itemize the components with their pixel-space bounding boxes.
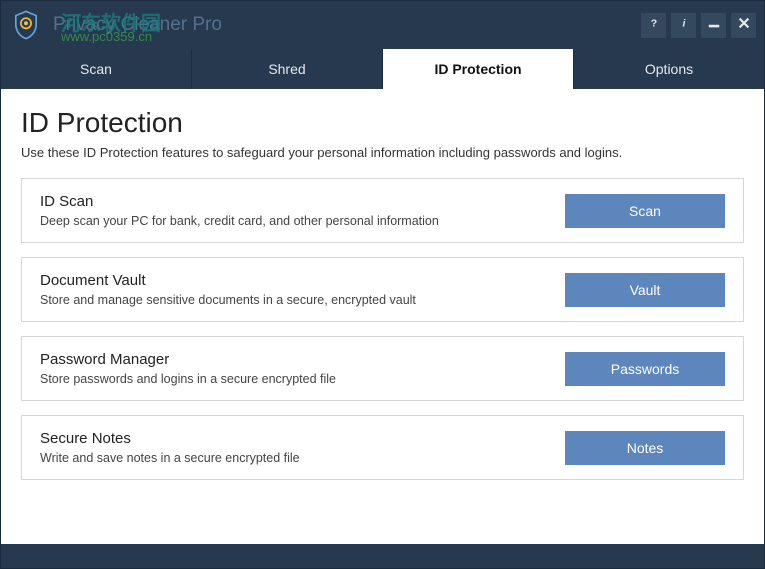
card-text: Secure Notes Write and save notes in a s… bbox=[40, 430, 549, 465]
watermark-url: www.pc0359.cn bbox=[61, 29, 152, 44]
info-icon: i bbox=[677, 16, 691, 35]
notes-button[interactable]: Notes bbox=[565, 431, 725, 465]
card-desc: Store passwords and logins in a secure e… bbox=[40, 372, 549, 386]
minimize-button[interactable] bbox=[701, 13, 726, 38]
vault-button[interactable]: Vault bbox=[565, 273, 725, 307]
card-text: Document Vault Store and manage sensitiv… bbox=[40, 272, 549, 307]
passwords-button[interactable]: Passwords bbox=[565, 352, 725, 386]
card-title: Password Manager bbox=[40, 351, 549, 368]
card-title: ID Scan bbox=[40, 193, 549, 210]
page-subtitle: Use these ID Protection features to safe… bbox=[21, 145, 744, 160]
app-logo-icon bbox=[9, 8, 43, 42]
footer-bar bbox=[1, 544, 764, 568]
card-password-manager: Password Manager Store passwords and log… bbox=[21, 336, 744, 401]
help-button[interactable]: ? bbox=[641, 13, 666, 38]
info-button[interactable]: i bbox=[671, 13, 696, 38]
tab-bar: Scan Shred ID Protection Options bbox=[1, 49, 764, 89]
card-desc: Deep scan your PC for bank, credit card,… bbox=[40, 214, 549, 228]
help-icon: ? bbox=[647, 16, 661, 35]
close-button[interactable] bbox=[731, 13, 756, 38]
minimize-icon bbox=[707, 16, 721, 35]
card-text: ID Scan Deep scan your PC for bank, cred… bbox=[40, 193, 549, 228]
app-window: Privacy Cleaner Pro 河东软件园 www.pc0359.cn … bbox=[0, 0, 765, 569]
svg-text:i: i bbox=[682, 17, 686, 29]
content-area: ID Protection Use these ID Protection fe… bbox=[1, 89, 764, 544]
page-title: ID Protection bbox=[21, 107, 744, 139]
card-title: Secure Notes bbox=[40, 430, 549, 447]
tab-id-protection[interactable]: ID Protection bbox=[383, 49, 574, 89]
card-document-vault: Document Vault Store and manage sensitiv… bbox=[21, 257, 744, 322]
card-title: Document Vault bbox=[40, 272, 549, 289]
svg-text:?: ? bbox=[650, 17, 656, 29]
card-secure-notes: Secure Notes Write and save notes in a s… bbox=[21, 415, 744, 480]
card-id-scan: ID Scan Deep scan your PC for bank, cred… bbox=[21, 178, 744, 243]
titlebar: Privacy Cleaner Pro 河东软件园 www.pc0359.cn … bbox=[1, 1, 764, 49]
card-desc: Write and save notes in a secure encrypt… bbox=[40, 451, 549, 465]
scan-button[interactable]: Scan bbox=[565, 194, 725, 228]
card-desc: Store and manage sensitive documents in … bbox=[40, 293, 549, 307]
tab-shred[interactable]: Shred bbox=[192, 49, 383, 89]
tab-options[interactable]: Options bbox=[574, 49, 764, 89]
tab-scan[interactable]: Scan bbox=[1, 49, 192, 89]
card-text: Password Manager Store passwords and log… bbox=[40, 351, 549, 386]
close-icon bbox=[737, 16, 751, 35]
